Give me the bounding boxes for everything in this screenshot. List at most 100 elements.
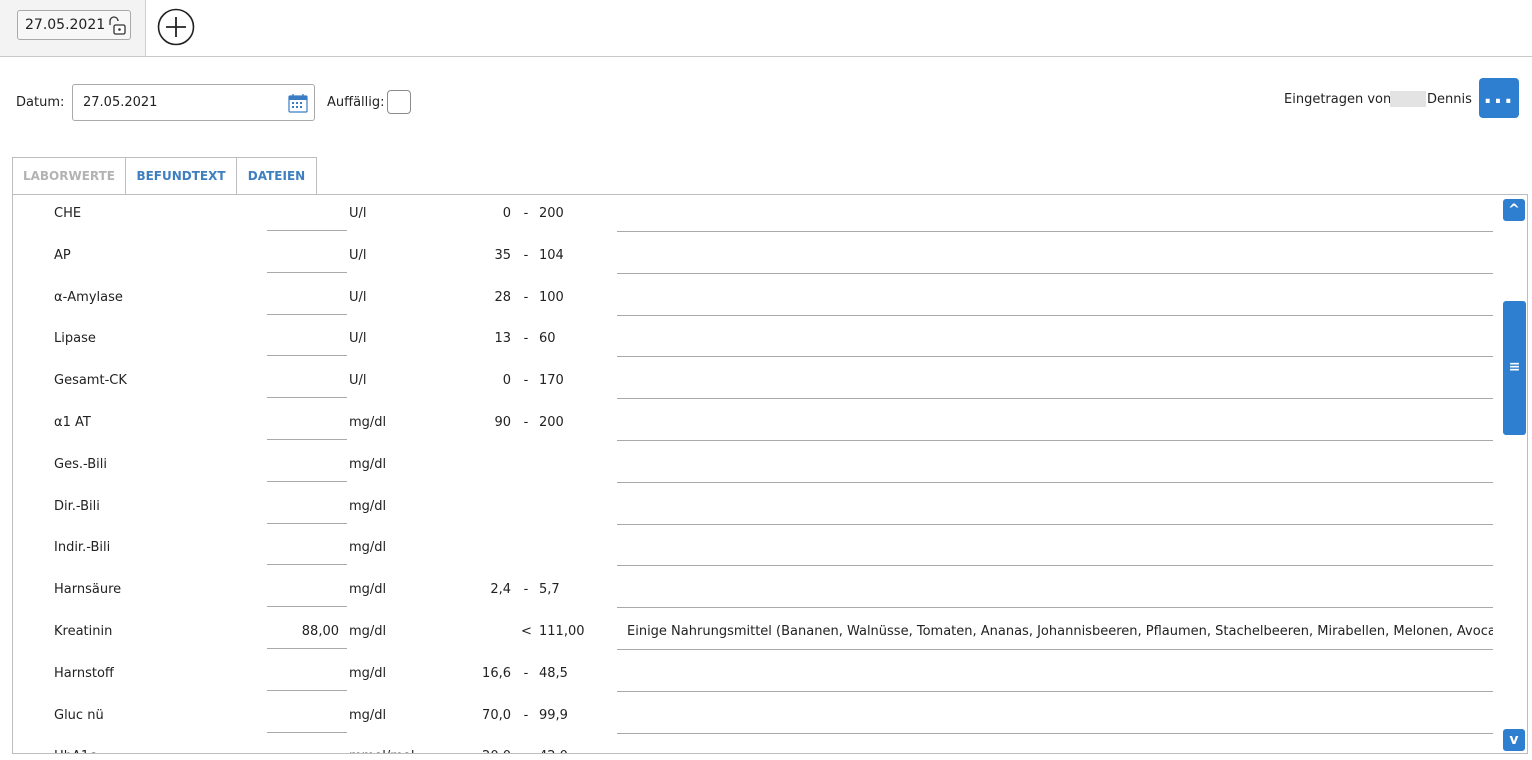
tab-dateien[interactable]: DATEIEN bbox=[236, 157, 317, 195]
grip-icon: ≡ bbox=[1508, 359, 1521, 375]
lab-name: HbA1c bbox=[54, 749, 96, 753]
lab-comment-input[interactable] bbox=[617, 237, 1493, 274]
lab-comment-input[interactable] bbox=[617, 362, 1493, 400]
lab-value-input[interactable] bbox=[267, 404, 347, 440]
scrollbar-thumb[interactable]: ≡ bbox=[1503, 301, 1526, 435]
lab-range-high: 200 bbox=[539, 415, 564, 430]
lab-range-high: 111,00 bbox=[539, 624, 585, 639]
lab-name: Harnstoff bbox=[54, 665, 114, 681]
lab-range-low: 0 bbox=[502, 373, 511, 389]
lab-range-high: 200 bbox=[539, 206, 564, 221]
lab-row: α1 AT mg/dl 90-200 bbox=[13, 404, 1503, 446]
lab-value-input[interactable] bbox=[267, 195, 347, 231]
lab-value-input[interactable]: 88,00 bbox=[267, 613, 347, 649]
lab-row: Gluc nü mg/dl 70,0-99,9 bbox=[13, 697, 1503, 739]
lab-values-panel: CHE U/l 0-200 AP U/l 35-104 α-Amylase U/l 28-100… bbox=[12, 194, 1528, 754]
tab-dateien-label: DATEIEN bbox=[247, 169, 306, 183]
lab-value-input[interactable] bbox=[267, 697, 347, 733]
lab-row: HbA1c mmol/mol 20,0 - 42,0 bbox=[13, 738, 1503, 753]
lab-unit: mg/dl bbox=[349, 540, 387, 556]
date-field[interactable]: 27.05.2021 bbox=[72, 84, 315, 121]
lab-unit: mmol/mol bbox=[349, 749, 415, 753]
lab-name: AP bbox=[54, 247, 71, 263]
lab-name: Lipase bbox=[54, 331, 96, 347]
more-options-button[interactable]: ... bbox=[1479, 78, 1519, 118]
date-chip[interactable]: 27.05.2021 bbox=[17, 10, 131, 40]
unlocked-padlock-icon[interactable] bbox=[106, 15, 128, 37]
lab-range-separator: - bbox=[523, 247, 529, 263]
lab-row: Harnsäure mg/dl 2,4-5,7 bbox=[13, 571, 1503, 613]
lab-comment-input[interactable] bbox=[617, 655, 1493, 692]
lab-unit: mg/dl bbox=[349, 456, 387, 472]
lab-name: Harnsäure bbox=[54, 582, 122, 598]
lab-range-low: 20,0 bbox=[453, 749, 511, 753]
lab-range-low: 13 bbox=[494, 331, 511, 347]
lab-row: Gesamt-CK U/l 0-170 bbox=[13, 362, 1503, 404]
lab-comment-input[interactable] bbox=[617, 529, 1493, 567]
auffaellig-label: Auffällig: bbox=[327, 95, 385, 110]
lab-value-input[interactable] bbox=[267, 529, 347, 566]
lab-range-low: 16,6 bbox=[482, 665, 511, 681]
lab-comment-input[interactable]: Einige Nahrungsmittel (Bananen, Walnüsse… bbox=[617, 613, 1493, 650]
lab-value-input[interactable] bbox=[267, 446, 347, 482]
lab-row: Kreatinin 88,00 mg/dl <111,00 Einige Nahrung… bbox=[13, 613, 1503, 655]
lab-range-separator: - bbox=[523, 331, 529, 347]
calendar-icon[interactable] bbox=[288, 93, 308, 113]
lab-row: CHE U/l 0-200 bbox=[13, 195, 1503, 237]
lab-name: Dir.-Bili bbox=[54, 498, 100, 514]
chevron-down-icon: v bbox=[1509, 732, 1519, 748]
lab-range-high: 99,9 bbox=[539, 707, 568, 723]
lab-name: Gesamt-CK bbox=[54, 373, 127, 389]
lab-value-input[interactable] bbox=[267, 279, 347, 315]
lab-name: Ges.-Bili bbox=[54, 456, 107, 472]
ellipsis-icon: ... bbox=[1483, 84, 1515, 109]
date-field-value[interactable]: 27.05.2021 bbox=[83, 95, 157, 110]
lab-comment-input[interactable] bbox=[617, 697, 1493, 734]
lab-range-low: 70,0 bbox=[482, 707, 511, 723]
lab-comment[interactable]: Einige Nahrungsmittel (Bananen, Walnüsse… bbox=[627, 624, 1493, 639]
lab-range-separator: - bbox=[523, 289, 529, 305]
tab-laborwerte-label: LABORWERTE bbox=[22, 169, 116, 183]
lab-range-high: 42,0 bbox=[539, 749, 568, 753]
lab-row: Harnstoff mg/dl 16,6-48,5 bbox=[13, 655, 1503, 697]
lab-value-input[interactable] bbox=[267, 237, 347, 273]
lab-unit: U/l bbox=[349, 373, 367, 389]
scroll-up-button[interactable]: ^ bbox=[1503, 199, 1525, 221]
scroll-down-button[interactable]: v bbox=[1503, 729, 1525, 751]
lab-comment-input[interactable] bbox=[617, 571, 1493, 609]
lab-value-input[interactable] bbox=[267, 571, 347, 608]
lab-comment-input[interactable] bbox=[617, 320, 1493, 358]
lab-value[interactable]: 88,00 bbox=[302, 624, 339, 639]
auffaellig-checkbox[interactable] bbox=[387, 90, 411, 114]
tab-laborwerte[interactable]: LABORWERTE bbox=[12, 157, 126, 196]
lab-comment-input[interactable] bbox=[617, 404, 1493, 441]
add-entry-button[interactable] bbox=[157, 8, 195, 46]
lab-value-input[interactable] bbox=[267, 488, 347, 524]
lab-comment-input[interactable] bbox=[617, 195, 1493, 232]
lab-range-separator: < bbox=[521, 624, 532, 639]
lab-comment-input[interactable] bbox=[617, 488, 1493, 525]
lab-unit: mg/dl bbox=[349, 582, 387, 598]
date-label: Datum: bbox=[16, 95, 65, 110]
tab-befundtext[interactable]: BEFUNDTEXT bbox=[125, 157, 237, 195]
lab-unit: mg/dl bbox=[349, 707, 387, 723]
lab-unit: U/l bbox=[349, 247, 367, 263]
lab-range-separator: - bbox=[523, 665, 529, 681]
lab-comment-input[interactable] bbox=[617, 738, 1493, 753]
lab-row: Indir.-Bili mg/dl bbox=[13, 529, 1503, 571]
lab-value-input[interactable] bbox=[267, 655, 347, 691]
lab-unit: U/l bbox=[349, 289, 367, 305]
lab-range-low: 28 bbox=[494, 289, 511, 305]
lab-unit: mg/dl bbox=[349, 498, 387, 514]
lab-comment-input[interactable] bbox=[617, 446, 1493, 483]
lab-value-input[interactable] bbox=[267, 362, 347, 399]
lab-value-input[interactable] bbox=[267, 738, 347, 753]
lab-comment-input[interactable] bbox=[617, 279, 1493, 316]
lab-value-input[interactable] bbox=[267, 320, 347, 357]
lab-name: α-Amylase bbox=[54, 289, 123, 305]
lab-range-separator: - bbox=[523, 582, 529, 598]
lab-range-separator: - bbox=[523, 415, 529, 430]
lab-range-high: 48,5 bbox=[539, 665, 568, 681]
lab-range-low: 90 bbox=[494, 415, 511, 430]
lab-row: Ges.-Bili mg/dl bbox=[13, 446, 1503, 488]
